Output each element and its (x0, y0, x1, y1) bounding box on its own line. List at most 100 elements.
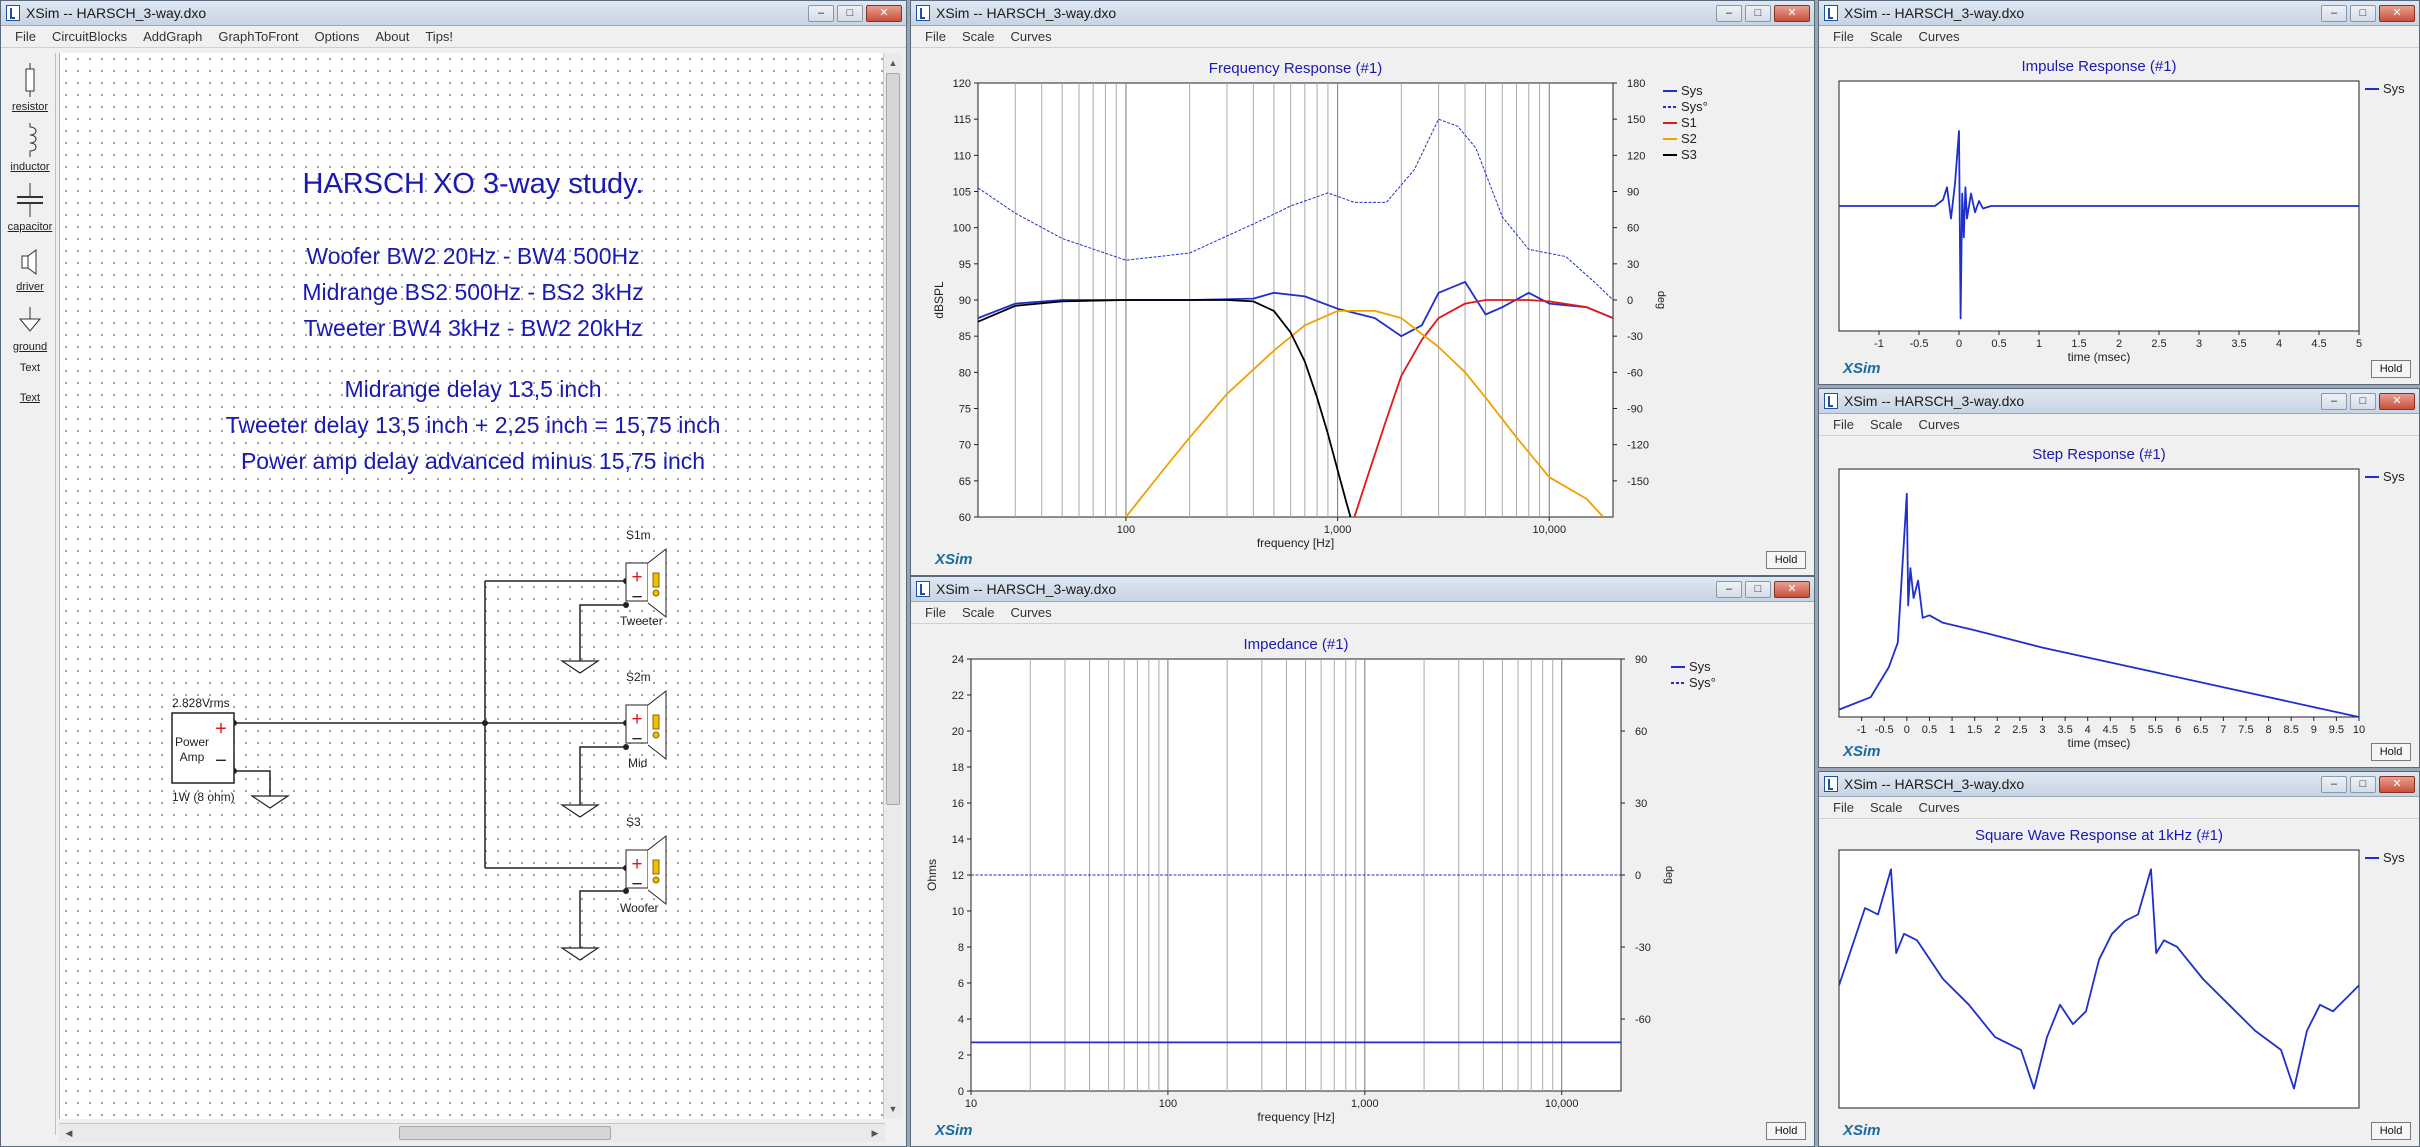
title-bar[interactable]: XSim -- HARSCH_3-way.dxo – □ ✕ (911, 1, 1814, 26)
menu-file[interactable]: File (1825, 417, 1862, 432)
close-button[interactable]: ✕ (2379, 775, 2415, 793)
menu-file[interactable]: File (917, 29, 954, 44)
scroll-left-arrow[interactable]: ◀ (61, 1125, 77, 1141)
window-buttons: – □ ✕ (1716, 580, 1810, 598)
x-tick-label: 0 (1904, 724, 1910, 736)
chart-svg[interactable]: Square Wave Response at 1kHz (#1) Sys XSim (1819, 820, 2419, 1147)
x-tick-label: 0 (1956, 338, 1962, 350)
x-tick-label: 10 (965, 1098, 977, 1110)
xsim-app-icon (1824, 5, 1838, 21)
x-tick-label: 4.5 (2103, 724, 2118, 736)
hold-button[interactable]: Hold (2371, 743, 2411, 761)
scroll-thumb[interactable] (886, 73, 900, 805)
close-button[interactable]: ✕ (1774, 4, 1810, 22)
close-button[interactable]: ✕ (1774, 580, 1810, 598)
y2-tick-label: -60 (1635, 1014, 1651, 1026)
maximize-button[interactable]: □ (1745, 580, 1771, 598)
close-button[interactable]: ✕ (2379, 392, 2415, 410)
close-button[interactable]: ✕ (866, 4, 902, 22)
maximize-button[interactable]: □ (2350, 775, 2376, 793)
y2-tick-label: -150 (1627, 476, 1649, 488)
window-title: XSim -- HARSCH_3-way.dxo (1844, 5, 2025, 21)
y2-tick-label: 90 (1627, 187, 1639, 199)
maximize-button[interactable]: □ (2350, 392, 2376, 410)
hold-button[interactable]: Hold (1766, 1122, 1806, 1140)
chart-svg[interactable]: -1 -0.5 0 0.5 1 1.5 2 2.5 3 3.5 4 4.5 5 time (msec) Im… (1819, 49, 2419, 385)
menu-scale[interactable]: Scale (954, 605, 1003, 620)
driver-name: Woofer (620, 901, 658, 915)
chart-title: Impedance (#1) (1243, 636, 1348, 653)
tool-inductor[interactable]: inductor (5, 113, 55, 173)
y-tick-label: 16 (952, 798, 964, 810)
menu-scale[interactable]: Scale (1862, 417, 1911, 432)
svg-text:−: − (631, 729, 642, 750)
tool-capacitor[interactable]: capacitor (5, 173, 55, 233)
menu-curves[interactable]: Curves (1002, 29, 1059, 44)
x-tick-label: 1 (2036, 338, 2042, 350)
tool-text[interactable]: Text (5, 353, 55, 383)
y2-tick-label: 60 (1635, 726, 1647, 738)
legend-entry: Sys (2383, 469, 2405, 484)
maximize-button[interactable]: □ (2350, 4, 2376, 22)
title-bar[interactable]: XSim -- HARSCH_3-way.dxo – □ ✕ (911, 577, 1814, 602)
tool-driver[interactable]: driver (5, 233, 55, 293)
minimize-button[interactable]: – (2321, 392, 2347, 410)
menu-curves[interactable]: Curves (1910, 417, 1967, 432)
menu-tips[interactable]: Tips! (417, 29, 461, 44)
y2-tick-label: -60 (1627, 367, 1643, 379)
y2-tick-label: -30 (1627, 331, 1643, 343)
scroll-thumb-h[interactable] (399, 1126, 611, 1140)
minimize-button[interactable]: – (2321, 775, 2347, 793)
title-bar[interactable]: XSim -- HARSCH_3-way.dxo – □ ✕ (1819, 772, 2419, 797)
chart-svg[interactable]: 024681012141618202224-60-300306090degOhm… (911, 625, 1814, 1147)
hold-button[interactable]: Hold (2371, 1122, 2411, 1140)
ground-icon (18, 307, 42, 332)
title-bar[interactable]: XSim -- HARSCH_3-way.dxo – □ ✕ (1819, 1, 2419, 26)
scroll-up-arrow[interactable]: ▲ (885, 55, 901, 71)
maximize-button[interactable]: □ (1745, 4, 1771, 22)
menu-about[interactable]: About (367, 29, 417, 44)
tool-ground[interactable]: ground (5, 293, 55, 353)
menu-scale[interactable]: Scale (1862, 800, 1911, 815)
hold-button[interactable]: Hold (1766, 551, 1806, 569)
title-bar[interactable]: XSim -- HARSCH_3-way.dxo – □ ✕ (1819, 389, 2419, 414)
x-tick-label: -0.5 (1910, 338, 1929, 350)
title-bar[interactable]: XSim -- HARSCH_3-way.dxo – □ ✕ (1, 1, 906, 26)
minimize-button[interactable]: – (808, 4, 834, 22)
hold-button[interactable]: Hold (2371, 360, 2411, 378)
chart-svg[interactable]: 60 65 70 75 80 85 90 95 100 105 110 115 120 -150 -120 -… (911, 49, 1814, 576)
svg-text:+: + (631, 854, 642, 875)
scroll-right-arrow[interactable]: ▶ (867, 1125, 883, 1141)
menu-scale[interactable]: Scale (954, 29, 1003, 44)
schematic-canvas[interactable]: HARSCH XO 3-way study. Woofer BW2 20Hz -… (59, 53, 886, 1119)
menu-curves[interactable]: Curves (1910, 29, 1967, 44)
close-button[interactable]: ✕ (2379, 4, 2415, 22)
tool-resistor[interactable]: resistor (5, 53, 55, 113)
horizontal-scrollbar[interactable]: ◀ ▶ (59, 1123, 885, 1142)
minimize-button[interactable]: – (2321, 4, 2347, 22)
y2-tick-label: 30 (1627, 259, 1639, 271)
menu-file[interactable]: File (917, 605, 954, 620)
maximize-button[interactable]: □ (837, 4, 863, 22)
legend-entry: S2 (1681, 131, 1697, 146)
menu-curves[interactable]: Curves (1910, 800, 1967, 815)
menu-options[interactable]: Options (307, 29, 368, 44)
menu-scale[interactable]: Scale (1862, 29, 1911, 44)
x-tick-label: 8.5 (2284, 724, 2299, 736)
tool-text-link[interactable]: Text (5, 383, 55, 413)
menu-file[interactable]: File (1825, 29, 1862, 44)
menu-file[interactable]: File (7, 29, 44, 44)
circuit-schematic: + − Power Amp 2.828Vrms 1W (8 ohm) + − S… (171, 528, 667, 961)
plot-frame (1838, 849, 2360, 1109)
menu-graphtofront[interactable]: GraphToFront (210, 29, 306, 44)
tool-label: resistor (11, 101, 49, 113)
chart-svg[interactable]: -1 -0.5 0 0.5 1 1.5 2 2.5 3 3.5 4 4.5 5 5.5 6 6.5 7 7.5 8 8… (1819, 437, 2419, 768)
scroll-down-arrow[interactable]: ▼ (885, 1101, 901, 1117)
menu-curves[interactable]: Curves (1002, 605, 1059, 620)
minimize-button[interactable]: – (1716, 580, 1742, 598)
vertical-scrollbar[interactable]: ▲ ▼ (883, 53, 902, 1119)
menu-addgraph[interactable]: AddGraph (135, 29, 210, 44)
menu-file[interactable]: File (1825, 800, 1862, 815)
menu-circuitblocks[interactable]: CircuitBlocks (44, 29, 135, 44)
minimize-button[interactable]: – (1716, 4, 1742, 22)
